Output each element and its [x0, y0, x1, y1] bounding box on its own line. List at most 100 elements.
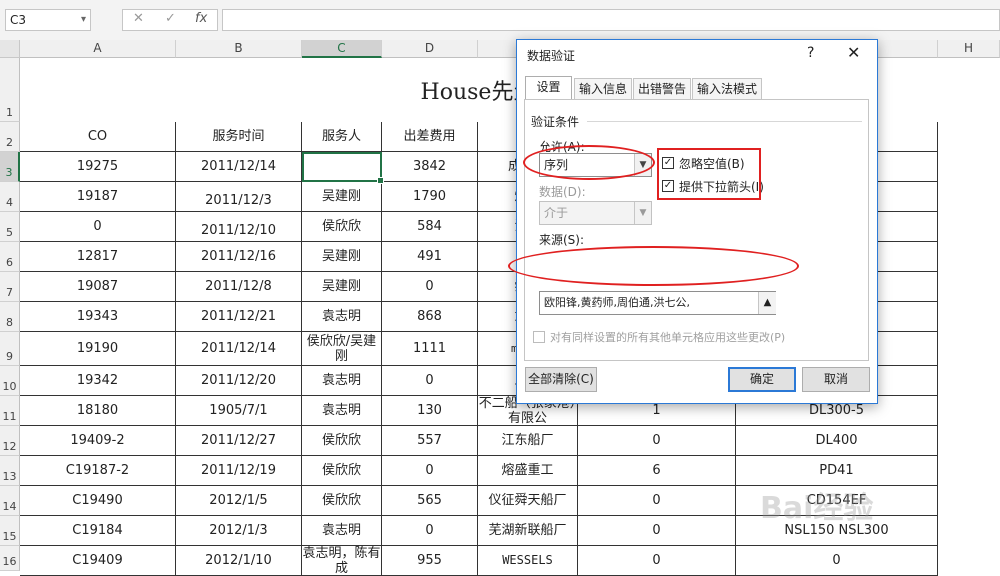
source-input[interactable]: 欧阳锋,黄药师,周伯通,洪七公,: [539, 291, 776, 315]
table-cell[interactable]: 2012/1/5: [176, 486, 302, 516]
table-cell[interactable]: C19184: [20, 516, 176, 546]
header-cell[interactable]: 出差费用: [382, 122, 478, 152]
header-cell[interactable]: CO: [20, 122, 176, 152]
table-cell[interactable]: 0: [382, 456, 478, 486]
table-cell[interactable]: 19409-2: [20, 426, 176, 456]
table-cell[interactable]: 2011/12/19: [176, 456, 302, 486]
table-cell[interactable]: 19087: [20, 272, 176, 302]
check-icon[interactable]: ✓: [165, 11, 176, 26]
row-header-13[interactable]: 13: [0, 456, 20, 486]
table-cell[interactable]: 2011/12/20: [176, 366, 302, 396]
table-cell[interactable]: C19490: [20, 486, 176, 516]
table-cell[interactable]: 2011/12/14: [176, 332, 302, 366]
formula-input[interactable]: [222, 9, 1000, 31]
table-cell[interactable]: 吴建刚: [302, 182, 382, 212]
tab-error-alert[interactable]: 出错警告: [633, 78, 691, 99]
chevron-down-icon[interactable]: ▼: [634, 154, 651, 176]
row-header-4[interactable]: 4: [0, 182, 20, 212]
close-icon[interactable]: ✕: [847, 43, 860, 62]
table-cell[interactable]: 2011/12/27: [176, 426, 302, 456]
collapse-range-icon[interactable]: ▲: [758, 292, 776, 314]
table-cell[interactable]: 2011/12/14: [176, 152, 302, 182]
table-cell[interactable]: NSL150 NSL300: [736, 516, 938, 546]
header-cell[interactable]: 服务时间: [176, 122, 302, 152]
table-cell[interactable]: 0: [578, 486, 736, 516]
tab-ime-mode[interactable]: 输入法模式: [692, 78, 762, 99]
in-cell-dropdown-checkbox[interactable]: ✓: [662, 180, 674, 192]
row-header-9[interactable]: 9: [0, 332, 20, 366]
table-cell[interactable]: 0: [578, 546, 736, 576]
table-cell[interactable]: C19187-2: [20, 456, 176, 486]
help-icon[interactable]: ?: [807, 45, 814, 61]
table-cell[interactable]: 584: [382, 212, 478, 242]
table-cell[interactable]: 19190: [20, 332, 176, 366]
table-cell[interactable]: 袁志明: [302, 302, 382, 332]
column-header-h[interactable]: H: [938, 40, 1000, 58]
row-header-8[interactable]: 8: [0, 302, 20, 332]
row-header-1[interactable]: 1: [0, 58, 20, 122]
table-cell[interactable]: 袁志明: [302, 516, 382, 546]
table-cell[interactable]: 芜湖新联船厂: [478, 516, 578, 546]
row-header-6[interactable]: 6: [0, 242, 20, 272]
table-cell[interactable]: 19343: [20, 302, 176, 332]
table-cell[interactable]: 565: [382, 486, 478, 516]
row-header-15[interactable]: 15: [0, 516, 20, 546]
ok-button[interactable]: 确定: [728, 367, 796, 392]
table-cell[interactable]: 491: [382, 242, 478, 272]
table-cell[interactable]: 2012/1/10: [176, 546, 302, 576]
table-cell[interactable]: 2011/12/21: [176, 302, 302, 332]
clear-all-button[interactable]: 全部清除(C): [525, 367, 597, 392]
table-cell[interactable]: 侯欣欣: [302, 212, 382, 242]
table-cell[interactable]: 0: [382, 366, 478, 396]
row-header-11[interactable]: 11: [0, 396, 20, 426]
table-cell[interactable]: CD154EF: [736, 486, 938, 516]
table-cell[interactable]: 0: [20, 212, 176, 242]
table-cell[interactable]: 2011/12/8: [176, 272, 302, 302]
fx-icon[interactable]: fx: [195, 11, 207, 26]
select-all-corner[interactable]: [0, 40, 20, 58]
table-cell[interactable]: 0: [578, 516, 736, 546]
row-header-16[interactable]: 16: [0, 546, 20, 571]
table-cell[interactable]: 熔盛重工: [478, 456, 578, 486]
table-cell[interactable]: 18180: [20, 396, 176, 426]
name-box[interactable]: C3 ▾: [5, 9, 91, 31]
table-cell[interactable]: C19409: [20, 546, 176, 576]
table-cell[interactable]: 2012/1/3: [176, 516, 302, 546]
cancel-button[interactable]: 取消: [802, 367, 870, 392]
table-cell[interactable]: 868: [382, 302, 478, 332]
table-cell[interactable]: 3842: [382, 152, 478, 182]
ignore-blank-checkbox[interactable]: ✓: [662, 157, 674, 169]
table-cell[interactable]: 仪征舜天船厂: [478, 486, 578, 516]
table-cell[interactable]: PD41: [736, 456, 938, 486]
row-header-10[interactable]: 10: [0, 366, 20, 396]
table-cell[interactable]: DL400: [736, 426, 938, 456]
table-cell[interactable]: 12817: [20, 242, 176, 272]
row-header-2[interactable]: 2: [0, 122, 20, 152]
row-header-7[interactable]: 7: [0, 272, 20, 302]
table-cell[interactable]: 0: [578, 426, 736, 456]
table-cell[interactable]: 2011/12/3: [176, 182, 302, 212]
column-header-a[interactable]: A: [20, 40, 176, 58]
table-cell[interactable]: 侯欣欣: [302, 486, 382, 516]
table-cell[interactable]: 侯欣欣: [302, 456, 382, 486]
table-cell[interactable]: 吴建刚: [302, 272, 382, 302]
table-cell[interactable]: 557: [382, 426, 478, 456]
table-cell[interactable]: 955: [382, 546, 478, 576]
table-cell[interactable]: 19187: [20, 182, 176, 212]
table-cell[interactable]: 6: [578, 456, 736, 486]
row-header-5[interactable]: 5: [0, 212, 20, 242]
column-header-d[interactable]: D: [382, 40, 478, 58]
chevron-down-icon[interactable]: ▾: [81, 10, 86, 30]
row-header-3[interactable]: 3: [0, 152, 20, 182]
table-cell[interactable]: 1905/7/1: [176, 396, 302, 426]
column-header-b[interactable]: B: [176, 40, 302, 58]
allow-select[interactable]: 序列 ▼: [539, 153, 652, 177]
tab-input-message[interactable]: 输入信息: [574, 78, 632, 99]
table-cell[interactable]: 侯欣欣: [302, 426, 382, 456]
table-cell[interactable]: WESSELS: [478, 546, 578, 576]
table-cell[interactable]: 0: [382, 516, 478, 546]
cancel-icon[interactable]: ✕: [133, 11, 144, 26]
table-cell[interactable]: 吴建刚: [302, 242, 382, 272]
table-cell[interactable]: 侯欣欣/吴建刚: [302, 332, 382, 366]
table-cell[interactable]: 2011/12/16: [176, 242, 302, 272]
